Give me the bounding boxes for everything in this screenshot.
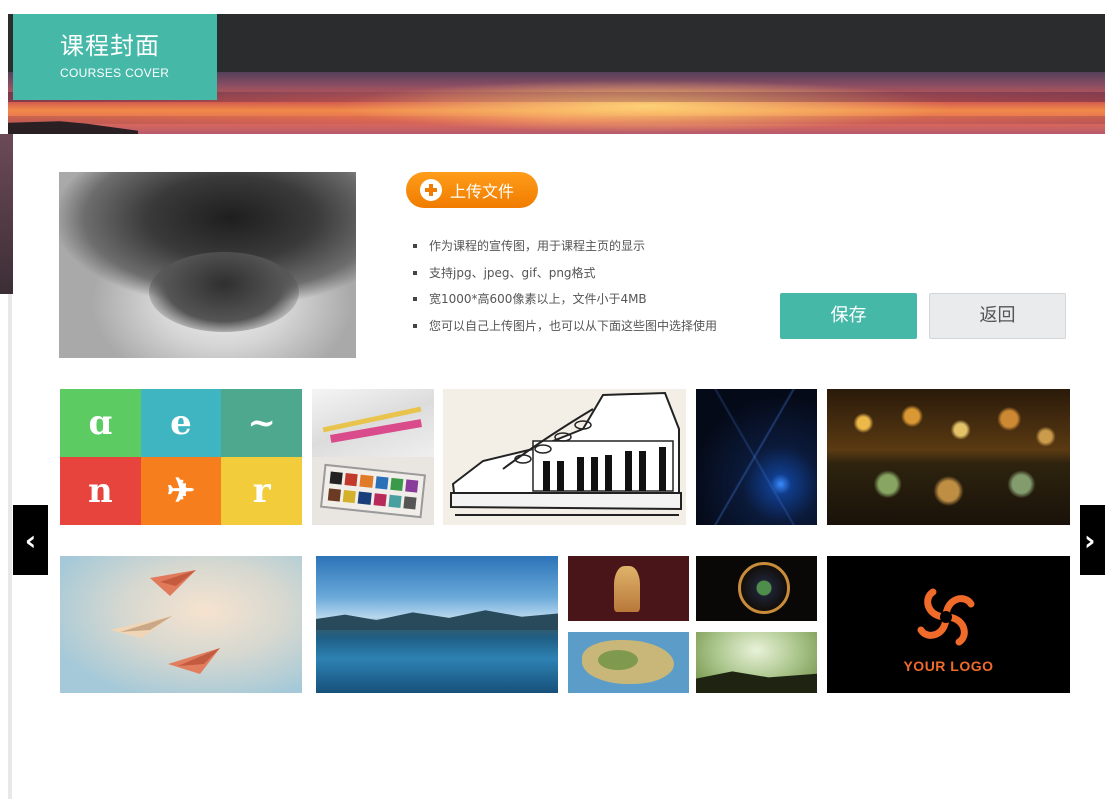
page-subtitle: COURSES COVER xyxy=(60,66,170,80)
back-button[interactable]: 返回 xyxy=(929,293,1066,339)
sneaker-illustration xyxy=(450,391,682,516)
logo-tile-6: r xyxy=(221,457,302,525)
page-title: 课程封面 xyxy=(60,32,160,60)
cover-option-bokeh-lights[interactable] xyxy=(827,389,1070,525)
page-left-edge xyxy=(0,134,13,294)
cover-option-art-supplies[interactable] xyxy=(312,389,434,525)
logo-tile-2: e xyxy=(140,389,222,457)
gallery-next-button[interactable]: › xyxy=(1080,505,1105,575)
logo-tile-5: ✈ xyxy=(140,457,222,525)
tip-item: 您可以自己上传图片，也可以从下面这些图中选择使用 xyxy=(413,316,717,343)
cover-option-game-art[interactable] xyxy=(568,556,689,621)
section-title-badge: 课程封面 COURSES COVER xyxy=(13,14,217,100)
swirl-logo-icon xyxy=(917,588,975,646)
page-left-border xyxy=(8,294,12,799)
tip-item: 宽1000*高600像素以上，文件小于4MB xyxy=(413,289,717,316)
logo-tile-3: ~ xyxy=(221,389,302,457)
cover-option-compass[interactable] xyxy=(696,556,817,621)
logo-tile-1: ɑ xyxy=(60,389,141,457)
cover-option-fantasy-map[interactable] xyxy=(568,632,689,693)
upload-tips-list: 作为课程的宣传图，用于课程主页的显示 支持jpg、jpeg、gif、png格式 … xyxy=(413,236,717,342)
cover-option-piano-sneaker[interactable] xyxy=(443,389,686,525)
paper-planes-illustration xyxy=(110,570,220,674)
plus-circle-icon xyxy=(420,179,442,201)
gallery-prev-button[interactable]: ‹ xyxy=(13,505,48,575)
cover-option-app-logos[interactable]: ɑ e ~ n ✈ r xyxy=(60,389,302,525)
chevron-left-icon: ‹ xyxy=(24,523,37,557)
current-cover-preview xyxy=(59,172,356,358)
your-logo-text: YOUR LOGO xyxy=(903,658,994,674)
upload-file-label: 上传文件 xyxy=(450,182,515,201)
cover-option-paper-planes[interactable] xyxy=(60,556,302,693)
cover-option-your-logo[interactable]: YOUR LOGO xyxy=(827,556,1070,693)
tip-item: 支持jpg、jpeg、gif、png格式 xyxy=(413,263,717,290)
cover-option-mountain-lake[interactable] xyxy=(316,556,558,693)
cover-option-mushrooms[interactable] xyxy=(696,632,817,693)
tip-item: 作为课程的宣传图，用于课程主页的显示 xyxy=(413,236,717,263)
logo-tile-4: n xyxy=(60,457,141,525)
chevron-right-icon: › xyxy=(1084,523,1096,557)
upload-file-button[interactable]: 上传文件 xyxy=(406,172,538,208)
save-button[interactable]: 保存 xyxy=(780,293,917,339)
cover-option-tech-space[interactable] xyxy=(696,389,817,525)
